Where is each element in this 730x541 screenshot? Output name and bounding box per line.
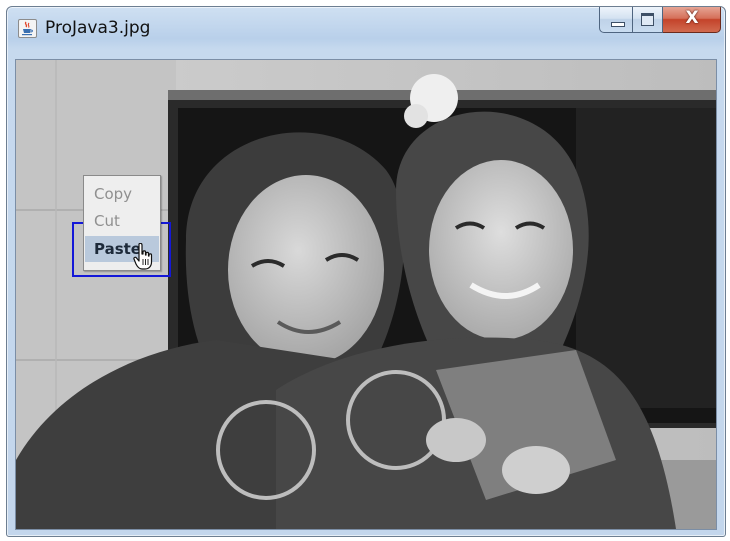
app-window: ProJava3.jpg X Copy Cut Paste (6, 6, 726, 537)
menu-item-copy[interactable]: Copy (85, 181, 159, 207)
photo (16, 60, 716, 529)
close-button[interactable]: X (663, 7, 721, 33)
java-coffee-cup-icon[interactable] (18, 19, 37, 38)
maximize-button[interactable] (633, 7, 663, 33)
menu-item-cut[interactable]: Cut (85, 208, 159, 234)
minimize-button[interactable] (599, 7, 633, 33)
hand-pointer-cursor-icon (133, 243, 153, 270)
window-title: ProJava3.jpg (45, 18, 151, 38)
close-icon: X (685, 8, 699, 28)
image-view[interactable]: Copy Cut Paste (15, 59, 717, 530)
title-bar[interactable]: ProJava3.jpg X (7, 7, 725, 51)
caption-buttons: X (599, 7, 721, 33)
minimize-icon (611, 22, 625, 27)
maximize-icon (641, 13, 654, 26)
